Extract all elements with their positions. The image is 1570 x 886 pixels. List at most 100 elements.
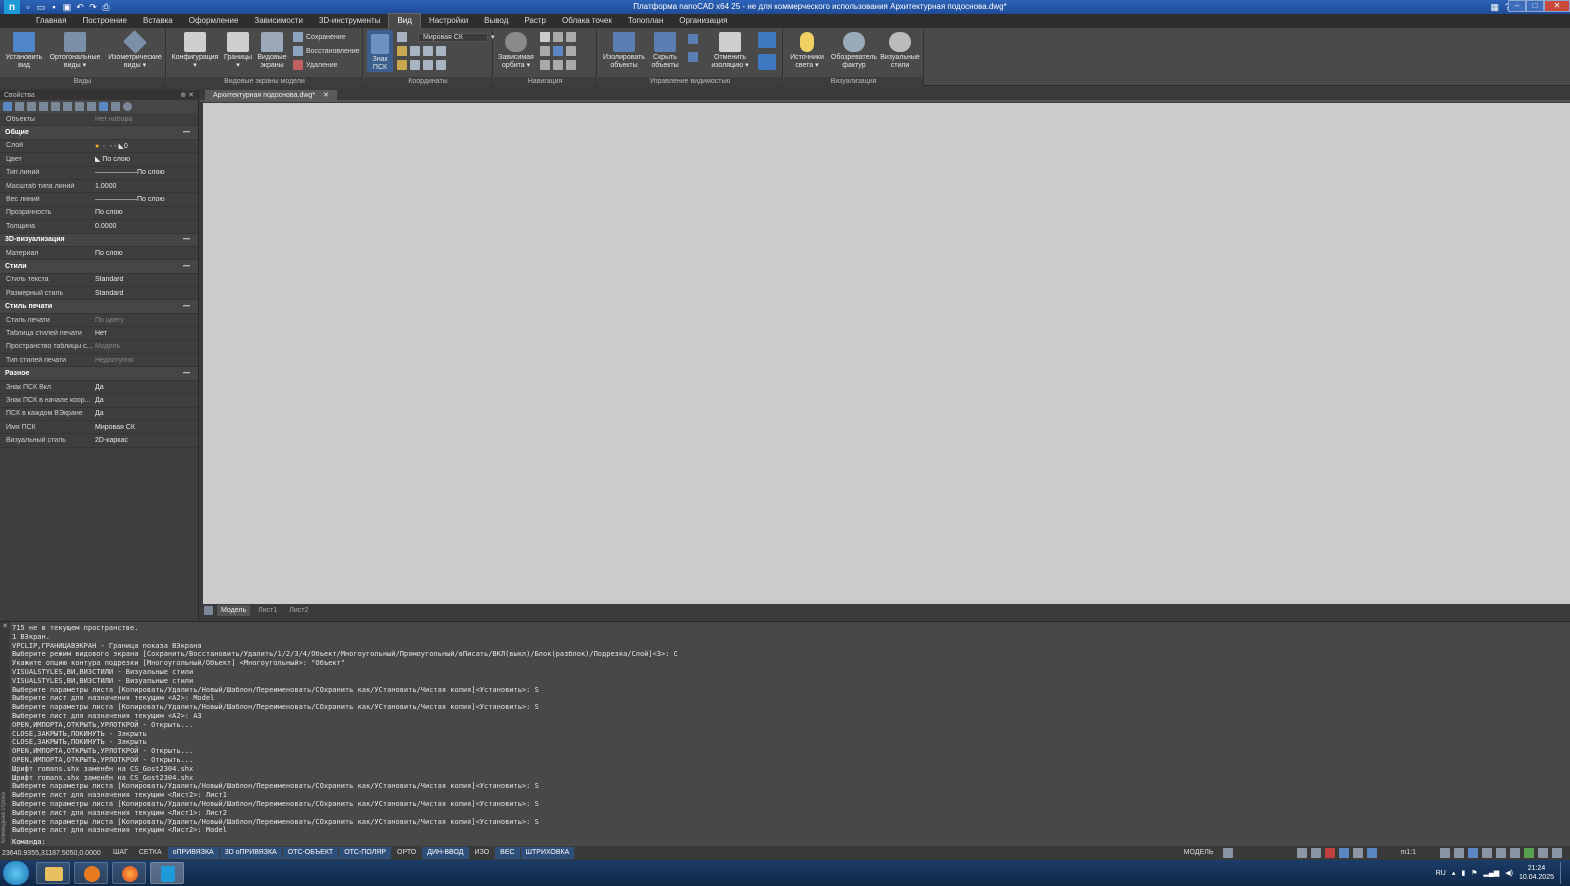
tab-model[interactable]: Модель: [217, 605, 251, 616]
status-toggle-8[interactable]: ИЗО: [470, 847, 495, 859]
walk-icon[interactable]: [540, 46, 550, 56]
properties-mode-icon[interactable]: [99, 102, 108, 111]
open-file-icon[interactable]: ▭: [36, 2, 46, 12]
prop-ucs-at-origin[interactable]: Знак ПСК в начале коор... Да: [0, 394, 198, 408]
tab-raster[interactable]: Растр: [516, 14, 554, 28]
ucs-x-icon[interactable]: [410, 46, 420, 56]
lightbulb-icon[interactable]: [1311, 848, 1322, 858]
network-icon[interactable]: ▮: [1461, 869, 1465, 877]
download-icon[interactable]: [1367, 848, 1378, 858]
pin-icon[interactable]: ⊕: [180, 92, 186, 99]
annotation-icon[interactable]: [1297, 848, 1308, 858]
close-tab-icon[interactable]: ✕: [323, 90, 329, 102]
user-icon[interactable]: ▦: [1490, 0, 1499, 14]
tab-sheet1[interactable]: Лист1: [254, 605, 281, 616]
signal-icon[interactable]: ▂▄▆: [1484, 869, 1500, 877]
zoom-extents-icon[interactable]: [1468, 848, 1478, 858]
box-edit-icon[interactable]: [758, 54, 776, 70]
set-view-button[interactable]: Установить вид: [4, 32, 44, 70]
app-logo[interactable]: n: [4, 0, 20, 14]
fullscreen-icon[interactable]: [1510, 848, 1520, 858]
status-toggle-9[interactable]: ВЕС: [495, 847, 520, 859]
prop-ucs-per-viewport[interactable]: ПСК в каждом ВЭкране Да: [0, 408, 198, 421]
minimize-button[interactable]: –: [1508, 0, 1526, 12]
tab-organization[interactable]: Организация: [671, 14, 735, 28]
tab-build[interactable]: Построение: [74, 14, 135, 28]
ucs-select[interactable]: Мировая СК: [418, 32, 488, 42]
command-line-handle[interactable]: ✕ Командная строка: [0, 622, 10, 847]
close-icon[interactable]: ✕: [0, 622, 10, 630]
zoom-window-icon[interactable]: [1482, 848, 1492, 858]
tab-output[interactable]: Вывод: [476, 14, 516, 28]
collapse-icon[interactable]: —: [183, 263, 190, 270]
camera-icon[interactable]: [566, 60, 576, 70]
tab-constraints[interactable]: Зависимости: [246, 14, 311, 28]
tab-3d-tools[interactable]: 3D-инструменты: [311, 14, 389, 28]
quick-select-icon[interactable]: [75, 102, 84, 111]
select-all-icon[interactable]: [39, 102, 48, 111]
status-toggle-2[interactable]: оПРИВЯЗКА: [167, 847, 219, 859]
prop-ucs-icon-on[interactable]: Знак ПСК Вкл Да: [0, 381, 198, 395]
media-player-taskbar-icon[interactable]: [74, 862, 108, 884]
show-desktop-button[interactable]: [1560, 862, 1566, 884]
status-toggle-3[interactable]: 3D оПРИВЯЗКА: [219, 847, 282, 859]
customize-icon[interactable]: [1552, 848, 1562, 858]
layout-menu-icon[interactable]: [204, 606, 213, 615]
tab-point-clouds[interactable]: Облака точек: [554, 14, 620, 28]
drawing-canvas[interactable]: [203, 103, 1570, 604]
iso-views-button[interactable]: Изометрические виды ▾: [106, 30, 164, 70]
nanocad-taskbar-icon[interactable]: [150, 862, 184, 884]
save-as-icon[interactable]: ▣: [62, 2, 72, 12]
select-window-icon[interactable]: [27, 102, 36, 111]
navigate-icon[interactable]: [553, 60, 563, 70]
ucs-3point-icon[interactable]: [410, 60, 420, 70]
settings-icon[interactable]: [111, 102, 120, 111]
zoom-window-icon[interactable]: [566, 32, 576, 42]
status-toggle-4[interactable]: ОТС-ОБЪЕКТ: [282, 847, 339, 859]
prop-print-table[interactable]: Таблица стилей печати Нет: [0, 327, 198, 341]
status-toggle-7[interactable]: ДИН-ВВОД: [422, 847, 469, 859]
prop-print-style[interactable]: Стиль печати По цвету: [0, 314, 198, 328]
ucs-origin-icon[interactable]: [397, 46, 407, 56]
prop-ucs-name[interactable]: Имя ПСК Мировая СК: [0, 421, 198, 435]
prop-layer[interactable]: Слой ● ☼ ▪ ▪ ◣0: [0, 140, 198, 154]
pan-icon[interactable]: [540, 32, 550, 42]
toggle-icon[interactable]: [51, 102, 60, 111]
pick-icon[interactable]: [15, 102, 24, 111]
isolate-objects-button[interactable]: Изолировать объекты: [600, 32, 648, 70]
cursor-icon[interactable]: [1339, 848, 1350, 858]
ucs-view-icon[interactable]: [397, 60, 407, 70]
tab-home[interactable]: Главная: [28, 14, 74, 28]
prop-material[interactable]: Материал По слою: [0, 247, 198, 261]
print-icon[interactable]: ⎙: [101, 2, 111, 12]
viewports-button[interactable]: Видовые экраны: [255, 32, 289, 70]
tab-insert[interactable]: Вставка: [135, 14, 181, 28]
isolate-layer-icon[interactable]: [688, 34, 698, 44]
tab-view[interactable]: Вид: [388, 13, 421, 29]
visual-styles-button[interactable]: Визуальные стили: [880, 32, 920, 70]
show-hidden-icons-icon[interactable]: ▴: [1452, 869, 1456, 877]
ortho-views-button[interactable]: Ортогональные виды ▾: [46, 32, 104, 70]
new-file-icon[interactable]: ▫: [23, 2, 33, 12]
collapse-icon[interactable]: —: [183, 303, 190, 310]
prop-thickness[interactable]: Толщина 0.0000: [0, 220, 198, 234]
scale-select[interactable]: m1:1: [1395, 847, 1421, 859]
flag-icon[interactable]: ⚑: [1471, 869, 1477, 877]
collapse-icon[interactable]: —: [183, 129, 190, 136]
light-sources-button[interactable]: Источники света ▾: [786, 32, 828, 70]
ucs-face-icon[interactable]: [436, 60, 446, 70]
clock[interactable]: 21:24 10.04.2025: [1519, 864, 1554, 882]
section-misc[interactable]: Разное —: [0, 367, 198, 381]
orbit-button[interactable]: Зависимая орбита ▾: [496, 32, 536, 70]
prop-linetype-scale[interactable]: Масштаб типа линий 1.0000: [0, 180, 198, 194]
save-viewport-button[interactable]: Сохранение: [293, 32, 346, 42]
prop-print-table-space[interactable]: Пространство таблицы с... Модель: [0, 341, 198, 355]
section-print-style[interactable]: Стиль печати —: [0, 300, 198, 314]
explorer-taskbar-icon[interactable]: [36, 862, 70, 884]
prop-color[interactable]: Цвет ◣ По слою: [0, 153, 198, 167]
settings-icon[interactable]: [1538, 848, 1548, 858]
start-button[interactable]: [3, 861, 29, 885]
select-objects-icon[interactable]: [3, 102, 12, 111]
close-icon[interactable]: ✕: [188, 92, 194, 99]
ucs-icon-button[interactable]: Знак ПСК: [367, 30, 393, 72]
